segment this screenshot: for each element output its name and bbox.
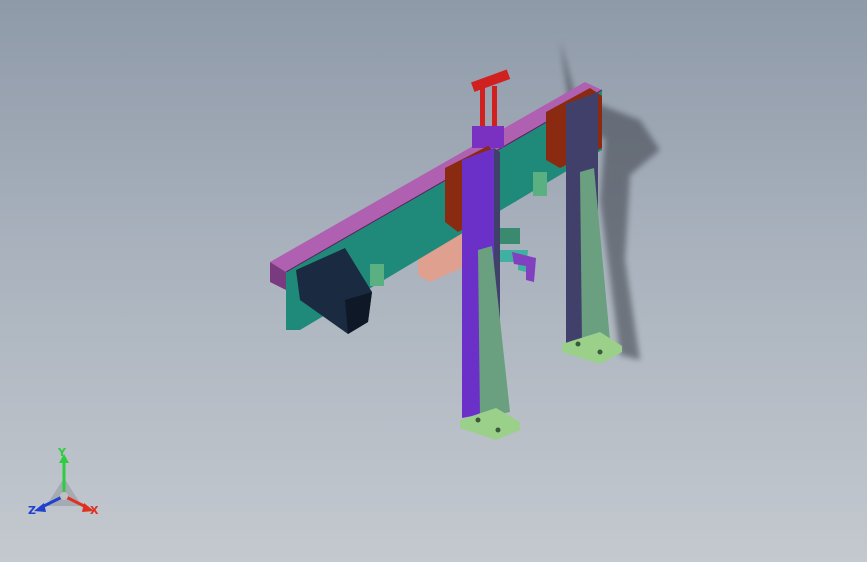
assembly-model[interactable]	[0, 0, 867, 562]
cylinder-top-bar[interactable]	[471, 69, 511, 92]
view-orientation-triad[interactable]: Y X Z	[22, 446, 112, 528]
bolt-hole	[475, 417, 481, 423]
clamp-left[interactable]	[370, 264, 384, 286]
left-gusset[interactable]	[478, 246, 510, 418]
bolt-hole	[575, 341, 581, 347]
cylinder-body[interactable]	[472, 126, 504, 148]
axis-label-z: Z	[28, 504, 36, 517]
cad-viewport[interactable]: Y X Z	[0, 0, 867, 562]
axis-label-y: Y	[58, 446, 66, 459]
cylinder-rod-left[interactable]	[480, 88, 485, 128]
bolt-hole	[597, 349, 603, 355]
cylinder-rod-right[interactable]	[492, 86, 497, 126]
axis-label-x: X	[90, 504, 99, 517]
bolt-hole	[495, 427, 501, 433]
clamp-right[interactable]	[533, 172, 547, 196]
